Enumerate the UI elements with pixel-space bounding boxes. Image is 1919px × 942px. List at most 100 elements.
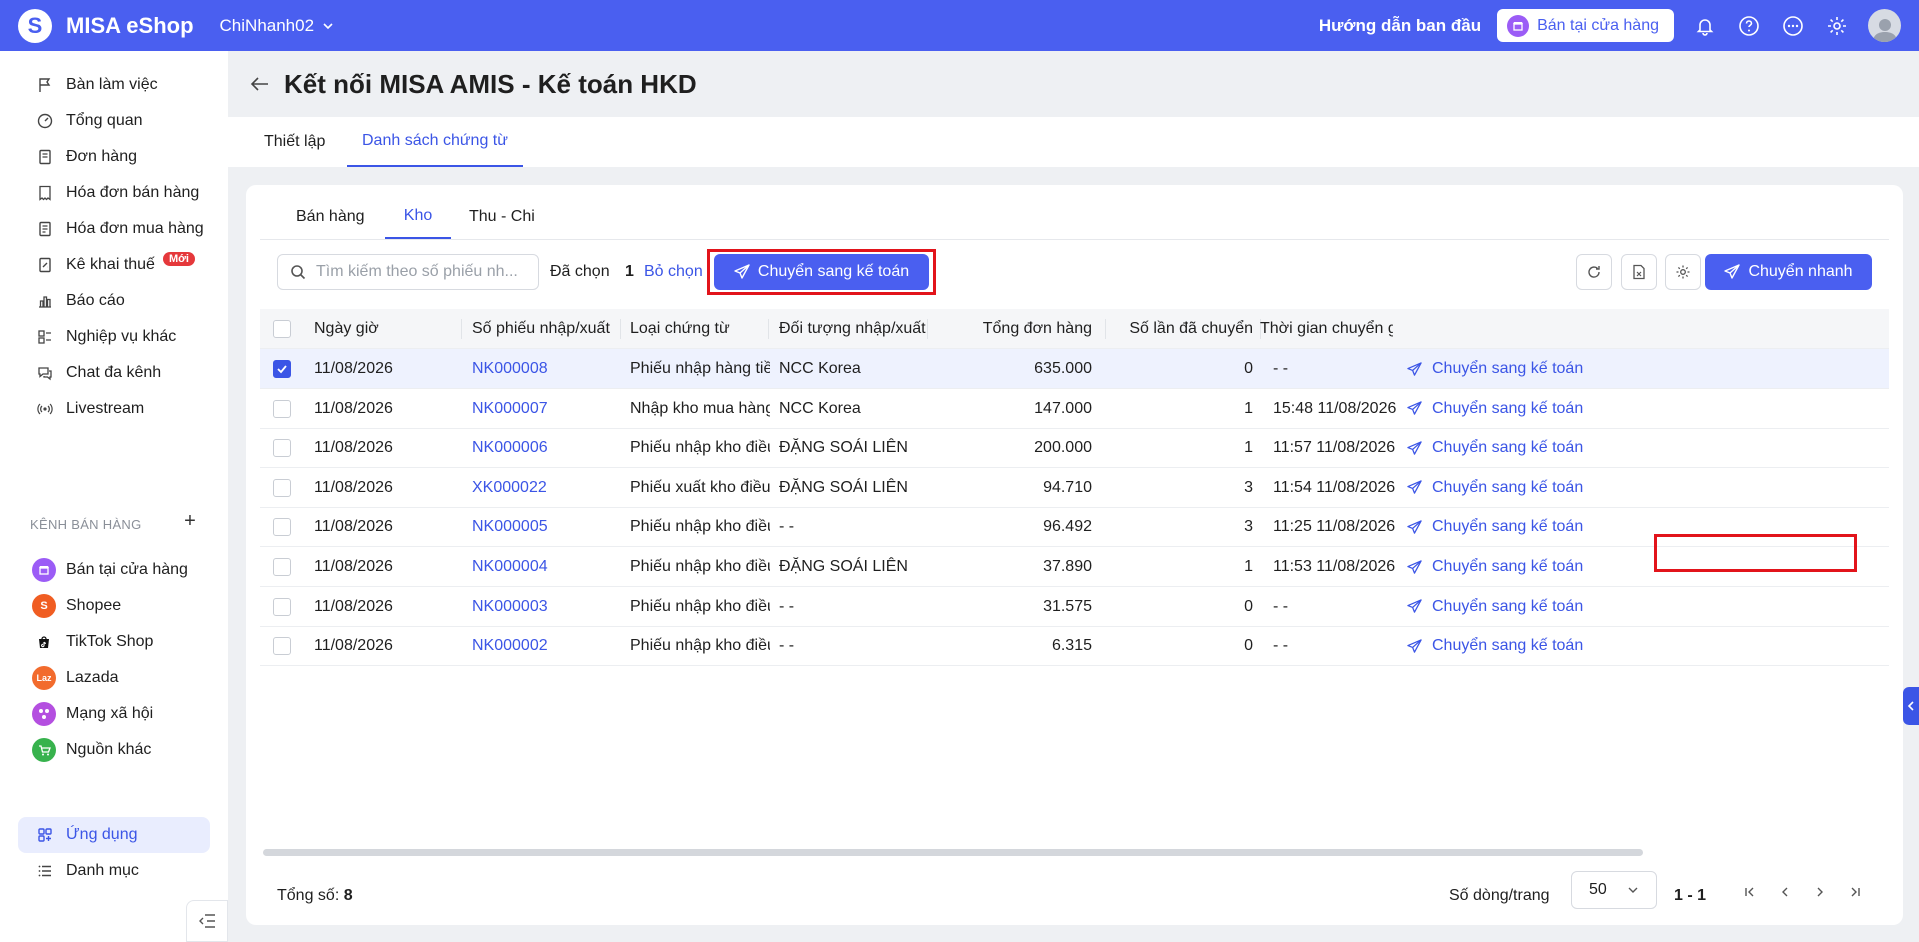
rows-per-page-select[interactable]: 50	[1571, 871, 1657, 909]
cell-doc-number-link[interactable]: NK000005	[472, 507, 612, 547]
tab-document-list[interactable]: Danh sách chứng từ	[347, 117, 523, 167]
col-header-doc-number[interactable]: Số phiếu nhập/xuất	[472, 309, 622, 349]
transfer-to-accounting-button[interactable]: Chuyển sang kế toán	[714, 254, 929, 290]
row-transfer-to-accounting-link[interactable]: Chuyển sang kế toán	[1407, 428, 1607, 468]
cell-doc-number-link[interactable]: NK000004	[472, 547, 612, 587]
export-button[interactable]	[1621, 254, 1657, 290]
row-transfer-to-accounting-link[interactable]: Chuyển sang kế toán	[1407, 389, 1607, 429]
cell-datetime: 11/08/2026	[314, 518, 393, 536]
unselect-link[interactable]: Bỏ chọn	[644, 263, 703, 281]
select-all-checkbox[interactable]	[273, 320, 291, 338]
back-arrow-icon[interactable]	[250, 73, 272, 95]
row-transfer-to-accounting-link[interactable]: Chuyển sang kế toán	[1407, 349, 1607, 389]
row-transfer-to-accounting-link[interactable]: Chuyển sang kế toán	[1407, 468, 1607, 508]
col-header-last-transfer-time[interactable]: Thời gian chuyển gầ	[1260, 309, 1393, 349]
subtab-sales[interactable]: Bán hàng	[296, 195, 365, 239]
previous-page-icon[interactable]	[1774, 881, 1796, 903]
col-header-total[interactable]: Tổng đơn hàng	[930, 309, 1092, 349]
row-checkbox[interactable]	[273, 478, 291, 497]
branch-selector[interactable]: ChiNhanh02	[220, 16, 335, 36]
col-header-doc-type[interactable]: Loại chứng từ	[630, 309, 775, 349]
tab-setup[interactable]: Thiết lập	[264, 117, 325, 167]
table-row[interactable]: 11/08/2026 NK000002 Phiếu nhập kho điều...…	[260, 626, 1889, 667]
add-channel-icon[interactable]: +	[180, 510, 200, 532]
row-checkbox[interactable]	[273, 558, 291, 576]
more-options-icon[interactable]	[1780, 13, 1806, 39]
transfer-label: Chuyển sang kế toán	[757, 263, 910, 280]
channel-item-social[interactable]: Mạng xã hội	[18, 696, 210, 732]
sidebar-item-sales-invoice[interactable]: Hóa đơn bán hàng	[18, 175, 210, 211]
sidebar-item-orders[interactable]: Đơn hàng	[18, 139, 210, 175]
row-transfer-to-accounting-link[interactable]: Chuyển sang kế toán	[1407, 587, 1607, 627]
channel-item-lazada[interactable]: Laz Lazada	[18, 660, 210, 696]
search-input[interactable]	[316, 263, 526, 281]
table-row[interactable]: 11/08/2026 NK000003 Phiếu nhập kho điều...…	[260, 587, 1889, 627]
cell-transfer-count: 3	[1244, 478, 1253, 496]
expand-panel-icon[interactable]	[1903, 687, 1919, 725]
row-transfer-to-accounting-link[interactable]: Chuyển sang kế toán	[1407, 547, 1607, 587]
cell-doc-number-link[interactable]: NK000006	[472, 428, 612, 468]
col-header-datetime[interactable]: Ngày giờ	[314, 309, 454, 349]
quick-transfer-button[interactable]: Chuyển nhanh	[1705, 254, 1872, 290]
row-checkbox[interactable]	[273, 637, 291, 656]
sidebar-item-purchase-invoice[interactable]: Hóa đơn mua hàng	[18, 211, 210, 247]
table-row[interactable]: 11/08/2026 NK000007 Nhập kho mua hàng NCC K…	[260, 389, 1889, 429]
channel-item-other-source[interactable]: Nguồn khác	[18, 732, 210, 768]
send-icon	[1407, 638, 1422, 653]
sidebar-item-apps[interactable]: Ứng dụng	[18, 817, 210, 853]
cell-doc-number-link[interactable]: NK000008	[472, 349, 612, 389]
channel-item-tiktok[interactable]: TikTok Shop	[18, 624, 210, 660]
sidebar-item-livestream[interactable]: Livestream	[18, 391, 210, 427]
row-transfer-to-accounting-link[interactable]: Chuyển sang kế toán	[1407, 507, 1607, 547]
settings-gear-icon[interactable]	[1824, 13, 1850, 39]
sidebar-item-chat[interactable]: Chat đa kênh	[18, 355, 210, 391]
getting-started-link[interactable]: Hướng dẫn ban đầu	[1319, 16, 1481, 36]
col-header-party[interactable]: Đối tượng nhập/xuất	[779, 309, 929, 349]
row-checkbox[interactable]	[273, 399, 291, 418]
channel-item-shopee[interactable]: S Shopee	[18, 588, 210, 624]
row-checkbox[interactable]	[273, 597, 291, 616]
collapse-sidebar-icon[interactable]	[186, 900, 228, 942]
channel-label: TikTok Shop	[66, 633, 154, 650]
sidebar-item-workspace[interactable]: Bàn làm việc	[18, 67, 210, 103]
row-transfer-to-accounting-link[interactable]: Chuyển sang kế toán	[1407, 626, 1607, 666]
table-settings-button[interactable]	[1665, 254, 1701, 290]
sidebar-item-catalog[interactable]: Danh mục	[18, 853, 210, 889]
table-row[interactable]: 11/08/2026 NK000005 Phiếu nhập kho điều...…	[260, 507, 1889, 548]
sidebar-item-overview[interactable]: Tổng quan	[18, 103, 210, 139]
bell-icon[interactable]	[1692, 13, 1718, 39]
sidebar-item-other-operations[interactable]: Nghiệp vụ khác	[18, 319, 210, 355]
cell-doc-number-link[interactable]: NK000007	[472, 389, 612, 429]
cell-doc-number-link[interactable]: NK000003	[472, 587, 612, 627]
table-row[interactable]: 11/08/2026 NK000004 Phiếu nhập kho điều...…	[260, 547, 1889, 587]
row-checkbox[interactable]	[273, 360, 291, 378]
row-checkbox[interactable]	[273, 439, 291, 458]
subtab-income-expense[interactable]: Thu - Chi	[469, 195, 535, 239]
table-row[interactable]: 11/08/2026 XK000022 Phiếu xuất kho điều ..…	[260, 468, 1889, 508]
user-avatar[interactable]	[1868, 9, 1901, 42]
row-checkbox[interactable]	[273, 518, 291, 537]
channel-item-store[interactable]: Bán tại cửa hàng	[18, 552, 210, 588]
send-icon	[1407, 520, 1422, 534]
last-page-icon[interactable]	[1844, 881, 1866, 903]
search-box[interactable]	[277, 254, 539, 290]
cell-doc-number-link[interactable]: XK000022	[472, 468, 612, 508]
first-page-icon[interactable]	[1739, 881, 1761, 903]
cell-party: - -	[779, 597, 795, 615]
next-page-icon[interactable]	[1809, 881, 1831, 903]
social-network-icon	[32, 702, 56, 726]
app-logo[interactable]: S MISA eShop	[18, 8, 194, 43]
cell-last-transfer-time: - -	[1273, 360, 1289, 377]
cell-doc-number-link[interactable]: NK000002	[472, 626, 612, 666]
horizontal-scrollbar[interactable]	[263, 849, 1643, 856]
sell-in-store-button[interactable]: Bán tại cửa hàng	[1497, 9, 1674, 42]
table-row[interactable]: 11/08/2026 NK000008 Phiếu nhập hàng tiề...…	[260, 349, 1889, 389]
column-divider	[461, 319, 462, 339]
table-row[interactable]: 11/08/2026 NK000006 Phiếu nhập kho điều...…	[260, 428, 1889, 469]
sidebar-item-reports[interactable]: Báo cáo	[18, 283, 210, 319]
sidebar-item-tax[interactable]: Kê khai thuế Mới	[18, 247, 210, 283]
subtab-warehouse[interactable]: Kho	[385, 195, 451, 239]
help-icon[interactable]	[1736, 13, 1762, 39]
col-header-transfer-count[interactable]: Số lần đã chuyển	[1110, 309, 1253, 349]
refresh-button[interactable]	[1576, 254, 1612, 290]
